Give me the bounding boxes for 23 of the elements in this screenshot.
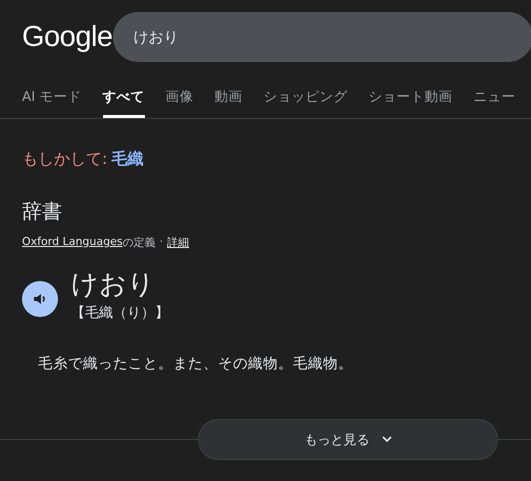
nav-tab[interactable]: ショッピング <box>264 74 348 104</box>
headword: けおり <box>71 268 156 302</box>
suggestion-link[interactable]: 毛織 <box>111 149 144 170</box>
suggestion-label: もしかして: <box>22 149 108 170</box>
separator-dot: · <box>160 235 164 250</box>
section-heading: 辞書 <box>22 198 63 225</box>
show-more-button[interactable]: もっと見る <box>198 419 498 460</box>
nav-tab[interactable]: AI モード <box>22 74 82 104</box>
speaker-icon <box>33 292 47 306</box>
nav-tab[interactable]: 動画 <box>214 74 243 104</box>
definition-text: 毛糸で織ったこと。また、その織物。毛織物。 <box>38 355 354 373</box>
details-link[interactable]: 詳細 <box>167 235 190 250</box>
google-logo[interactable]: Google <box>22 20 113 54</box>
search-field[interactable]: けおり <box>112 12 531 62</box>
nav-tab[interactable]: ニュー <box>474 74 516 104</box>
nav-tab[interactable]: 画像 <box>166 74 194 104</box>
kanji-spelling: 【毛織（り）】 <box>71 304 169 322</box>
chevron-down-icon <box>382 436 392 443</box>
nav-tab[interactable]: ショート動画 <box>368 74 453 104</box>
source-suffix: の定義 <box>122 235 156 250</box>
pronunciation-button[interactable] <box>22 281 58 317</box>
source-link[interactable]: Oxford Languages <box>22 235 123 250</box>
nav-tab[interactable]: すべて <box>102 74 145 118</box>
